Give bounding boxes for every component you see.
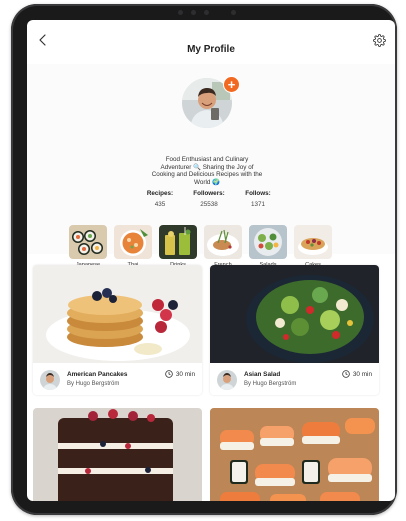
camera-dot <box>204 10 209 15</box>
camera-dot <box>178 10 183 15</box>
cake-thumbnail <box>294 225 332 259</box>
category-salads[interactable]: Salads <box>249 225 287 268</box>
stat-value: 25538 <box>200 201 218 208</box>
tablet-frame: My Profile + Food Enthusiast and Culinar… <box>11 4 397 515</box>
profile-avatar-wrap: + <box>182 76 240 128</box>
recipe-card[interactable]: American Pancakes By Hugo Bergström 30 m… <box>33 265 202 395</box>
french-dish-thumbnail <box>204 225 242 259</box>
category-thai[interactable]: Thai <box>114 225 152 268</box>
thai-bowl-thumbnail <box>114 225 152 259</box>
bio-line: Adventurer 🔍 Sharing the Joy of <box>160 163 254 171</box>
cook-time: 30 min <box>165 370 195 378</box>
author-avatar <box>40 370 60 390</box>
add-photo-button[interactable]: + <box>223 76 240 93</box>
cook-time: 30 min <box>342 370 372 378</box>
clock-icon <box>342 370 350 378</box>
cook-time-label: 30 min <box>175 370 195 378</box>
bio-line: Food Enthusiast and Culinary <box>165 156 249 163</box>
asian-salad-image <box>210 265 379 363</box>
recipe-card[interactable]: Asian Salad By Hugo Bergström 30 min <box>210 265 379 395</box>
category-drinks[interactable]: Drinks <box>159 225 197 268</box>
clock-icon <box>165 370 173 378</box>
author-avatar <box>217 370 237 390</box>
cook-time-label: 30 min <box>352 370 372 378</box>
stat-follows[interactable]: Follows: 1371 <box>233 190 283 208</box>
gear-icon <box>372 33 386 47</box>
stat-label: Follows: <box>245 190 271 197</box>
header: My Profile <box>27 20 395 64</box>
category-japanese[interactable]: Japanese <box>69 225 107 268</box>
stat-value: 435 <box>154 201 166 208</box>
chocolate-cake-image <box>33 408 202 501</box>
stat-followers[interactable]: Followers: 25538 <box>184 190 234 208</box>
recipe-author: By Hugo Bergström <box>244 381 297 387</box>
category-cakes[interactable]: Cakes <box>294 225 332 268</box>
bio-line: World 🌍 <box>194 178 220 186</box>
recipe-name: Asian Salad <box>244 371 281 378</box>
page-title: My Profile <box>187 44 235 55</box>
stat-recipes: Recipes: 435 <box>135 190 185 208</box>
sushi-thumbnail <box>69 225 107 259</box>
profile-section: + Food Enthusiast and Culinary Adventure… <box>27 64 395 268</box>
camera-dot <box>191 10 196 15</box>
sushi-platter-image <box>210 408 379 501</box>
category-french[interactable]: French <box>204 225 242 268</box>
card-info: Asian Salad By Hugo Bergström 30 min <box>210 363 379 395</box>
pancakes-image <box>33 265 202 363</box>
settings-button[interactable] <box>369 30 389 50</box>
stat-label: Followers: <box>193 190 225 197</box>
recipe-author: By Hugo Bergström <box>67 381 120 387</box>
camera-dot <box>231 10 236 15</box>
profile-bio: Food Enthusiast and Culinary Adventurer … <box>119 156 295 186</box>
card-info: American Pancakes By Hugo Bergström 30 m… <box>33 363 202 395</box>
drinks-thumbnail <box>159 225 197 259</box>
recipe-name: American Pancakes <box>67 371 128 378</box>
bio-line: Cooking and Delicious Recipes with the <box>151 171 263 179</box>
recipe-card-chocolate-cake[interactable] <box>33 408 202 501</box>
stat-value: 1371 <box>250 201 265 208</box>
stat-label: Recipes: <box>146 190 174 197</box>
app-screen: My Profile + Food Enthusiast and Culinar… <box>27 20 395 501</box>
salad-thumbnail <box>249 225 287 259</box>
recipe-card-sushi[interactable] <box>210 408 379 501</box>
